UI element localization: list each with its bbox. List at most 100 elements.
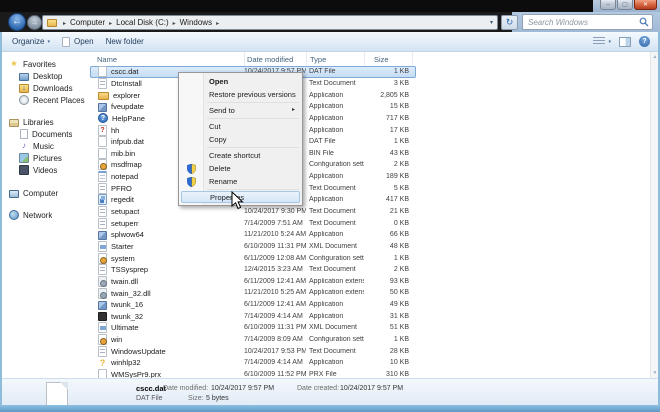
dat-file-icon <box>98 66 107 78</box>
window-border-bottom <box>0 405 660 412</box>
file-date-modified: 7/14/2009 8:09 AM <box>244 336 303 344</box>
file-type: Text Document <box>309 266 356 274</box>
sidebar-item-recent-places[interactable]: Recent Places <box>2 94 89 106</box>
sidebar-item-downloads[interactable]: ↓ Downloads <box>2 82 89 94</box>
file-name: system <box>111 253 135 263</box>
file-row-setuperr[interactable]: setuperr 7/14/2009 7:51 AM Text Document 0 … <box>90 217 416 229</box>
file-row-starter[interactable]: Starter 6/10/2009 11:31 PM XML Document 48 … <box>90 240 416 253</box>
context-menu-item-copy[interactable]: Copy <box>181 133 300 146</box>
file-name: Starter <box>111 241 134 251</box>
breadcrumb-item-windows[interactable]: Windows <box>180 18 212 27</box>
help-button[interactable]: ? <box>639 36 650 47</box>
new-folder-button[interactable]: New folder <box>106 37 144 46</box>
context-menu-item-create-shortcut[interactable]: Create shortcut <box>181 149 300 162</box>
sidebar-item-music[interactable]: ♪ Music <box>2 140 89 152</box>
desktop-icon <box>19 72 29 81</box>
dll-file-icon <box>98 275 107 287</box>
file-row-twain-32-dll[interactable]: twain_32.dll 11/21/2010 5:25 AM Applicatio… <box>90 287 416 299</box>
file-row-splwow64[interactable]: splwow64 11/21/2010 5:24 AM Application 66 … <box>90 229 416 241</box>
file-name: notepad <box>111 172 139 182</box>
file-size: 1 KB <box>393 68 409 76</box>
preview-pane-button[interactable] <box>619 36 631 47</box>
scroll-up-icon[interactable]: ▲ <box>653 54 658 60</box>
documents-icon <box>20 129 28 139</box>
file-size: 15 KB <box>389 103 409 111</box>
open-button[interactable]: Open <box>61 36 94 47</box>
sidebar-item-favorites[interactable]: ★ Favorites <box>2 58 89 70</box>
back-button[interactable]: ← <box>8 13 26 31</box>
minimize-button[interactable]: – <box>600 0 616 10</box>
file-type: Application <box>309 126 344 134</box>
breadcrumb-item-computer[interactable]: Computer <box>70 18 105 27</box>
column-header-name[interactable]: Name <box>90 52 245 66</box>
chevron-down-icon: ▾ <box>608 38 611 45</box>
sidebar-item-desktop[interactable]: Desktop <box>2 70 89 82</box>
context-menu-item-delete[interactable]: Delete <box>181 162 300 175</box>
sidebar-item-videos[interactable]: Videos <box>2 164 89 176</box>
file-row-tssysprep[interactable]: TSSysprep 12/4/2015 3:23 AM Text Document 2… <box>90 264 416 276</box>
close-button[interactable]: ✕ <box>634 0 657 10</box>
file-type: Application <box>309 231 344 239</box>
sidebar-item-documents[interactable]: Documents <box>2 128 89 140</box>
sidebar-item-computer[interactable]: Computer <box>2 187 89 199</box>
file-row-ultimate[interactable]: Ultimate 6/10/2009 11:31 PM XML Document 51… <box>90 322 416 334</box>
file-row-twunk-16[interactable]: twunk_16 6/11/2009 12:41 AM Application 49 … <box>90 299 416 311</box>
file-name: twunk_16 <box>111 300 144 310</box>
context-menu-item-open[interactable]: Open <box>181 75 300 88</box>
file-date-modified: 7/14/2009 4:14 AM <box>244 359 303 367</box>
organize-button[interactable]: Organize ▾ <box>12 37 50 46</box>
search-input[interactable] <box>526 16 639 28</box>
file-size: 0 KB <box>393 219 409 227</box>
address-dropdown-icon[interactable]: ▾ <box>490 19 493 26</box>
column-header-size[interactable]: Size <box>365 52 413 66</box>
context-menu-item-restore-previous-versions[interactable]: Restore previous versions <box>181 88 300 101</box>
pictures-icon <box>19 153 29 163</box>
file-row-winhlp32[interactable]: ? winhlp32 7/14/2009 4:14 AM Application 10 … <box>90 357 416 369</box>
file-name: twain_32.dll <box>111 288 151 298</box>
dat-file-icon <box>98 136 107 148</box>
file-row-twain-dll[interactable]: twain.dll 6/11/2009 12:41 AM Application e… <box>90 275 416 288</box>
context-menu-item-send-to[interactable]: Send to ▸ <box>181 104 300 117</box>
sidebar-item-libraries[interactable]: Libraries <box>2 116 89 128</box>
file-row-system[interactable]: system 6/11/2009 12:08 AM Configuration se… <box>90 252 416 264</box>
maximize-button[interactable]: ▢ <box>617 0 633 10</box>
file-name: setuperr <box>111 218 139 228</box>
file-row-setupact[interactable]: setupact 10/24/2017 9:30 PM Text Document 2… <box>90 206 416 218</box>
sidebar-item-network[interactable]: Network <box>2 209 89 221</box>
change-view-button[interactable]: ▾ <box>593 37 611 46</box>
refresh-button[interactable]: ↻ <box>501 15 518 30</box>
window-border-left <box>0 32 2 405</box>
file-name: setupact <box>111 207 140 217</box>
column-header-date-modified[interactable]: Date modified <box>245 52 307 66</box>
downloads-icon: ↓ <box>19 83 29 93</box>
star-icon: ★ <box>10 59 18 68</box>
file-type: Application extens... <box>309 277 364 285</box>
file-name: explorer <box>113 90 141 100</box>
context-menu-item-rename[interactable]: Rename <box>181 175 300 188</box>
scroll-down-icon[interactable]: ▼ <box>653 370 658 376</box>
file-name-cell: twunk_16 <box>91 300 244 310</box>
winhelp-icon: ? <box>99 358 106 369</box>
file-size: 50 KB <box>389 289 409 297</box>
file-row-twunk-32[interactable]: twunk_32 7/14/2009 4:14 AM Application 31 K… <box>90 310 416 322</box>
views-icon <box>593 37 606 46</box>
file-row-win[interactable]: win 7/14/2009 8:09 AM Configuration sett..… <box>90 334 416 346</box>
file-size: 3 KB <box>393 79 409 87</box>
sidebar-item-label: Documents <box>32 129 73 139</box>
address-bar[interactable]: ▸ Computer ▸ Local Disk (C:) ▸ Windows ▸ ▾ <box>42 15 498 30</box>
breadcrumb-item-local-disk-c-[interactable]: Local Disk (C:) <box>116 18 168 27</box>
forward-button[interactable]: → <box>27 15 42 30</box>
file-date-modified: 11/21/2010 5:24 AM <box>244 231 306 239</box>
details-file-type: DAT File <box>136 395 163 402</box>
help-application-icon: ? <box>98 113 108 124</box>
sidebar-item-pictures[interactable]: Pictures <box>2 152 89 164</box>
file-name-cell: ? winhlp32 <box>91 357 244 368</box>
libraries-icon <box>9 118 19 127</box>
file-type: Application <box>309 91 344 99</box>
size-label: Size: <box>188 395 204 402</box>
search-box[interactable] <box>522 14 653 30</box>
column-header-type[interactable]: Type <box>307 52 365 66</box>
file-row-windowsupdate[interactable]: WindowsUpdate 10/24/2017 9:53 PM Text Docu… <box>90 345 416 357</box>
context-menu-item-cut[interactable]: Cut <box>181 120 300 133</box>
sidebar-item-label: Videos <box>33 165 58 175</box>
